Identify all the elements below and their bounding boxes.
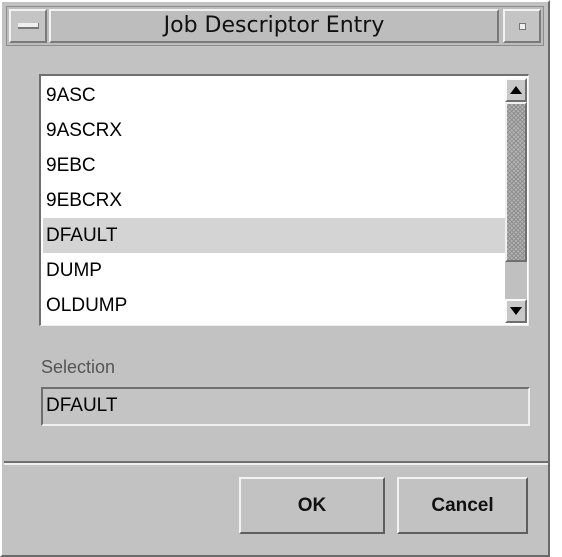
list-items-container: 9ASC 9ASCRX 9EBC 9EBCRX DFAULT DUMP OLDU…: [43, 78, 507, 323]
scrollbar-thumb[interactable]: [505, 102, 527, 262]
list-item[interactable]: 9ASC: [43, 78, 507, 113]
job-descriptor-list[interactable]: 9ASC 9ASCRX 9EBC 9EBCRX DFAULT DUMP OLDU…: [39, 74, 529, 326]
list-item[interactable]: 9ASCRX: [43, 113, 507, 148]
cancel-button[interactable]: Cancel: [397, 477, 528, 534]
list-item[interactable]: 9EBC: [43, 148, 507, 183]
window-title[interactable]: Job Descriptor Entry: [49, 9, 499, 43]
list-item[interactable]: DUMP: [43, 253, 507, 288]
minimize-button[interactable]: [503, 9, 541, 43]
title-bar[interactable]: Job Descriptor Entry: [6, 6, 544, 46]
ok-button[interactable]: OK: [239, 477, 385, 534]
selection-field[interactable]: DFAULT: [41, 387, 530, 426]
scroll-down-arrow-icon: [510, 307, 522, 315]
window-menu-button[interactable]: [9, 9, 47, 43]
list-item[interactable]: OLDUMP: [43, 288, 507, 323]
scroll-up-arrow-icon: [510, 86, 522, 94]
list-item-selected[interactable]: DFAULT: [43, 218, 507, 253]
window-menu-icon: [18, 23, 39, 29]
scroll-up-button[interactable]: [505, 78, 527, 102]
list-item[interactable]: 9EBCRX: [43, 183, 507, 218]
dialog-window: Job Descriptor Entry 9ASC 9ASCRX 9EBC 9E…: [0, 0, 550, 557]
minimize-icon: [519, 23, 526, 30]
scroll-down-button[interactable]: [505, 299, 527, 323]
list-scrollbar[interactable]: [505, 78, 527, 323]
selection-label: Selection: [41, 357, 116, 377]
separator: [4, 461, 548, 465]
